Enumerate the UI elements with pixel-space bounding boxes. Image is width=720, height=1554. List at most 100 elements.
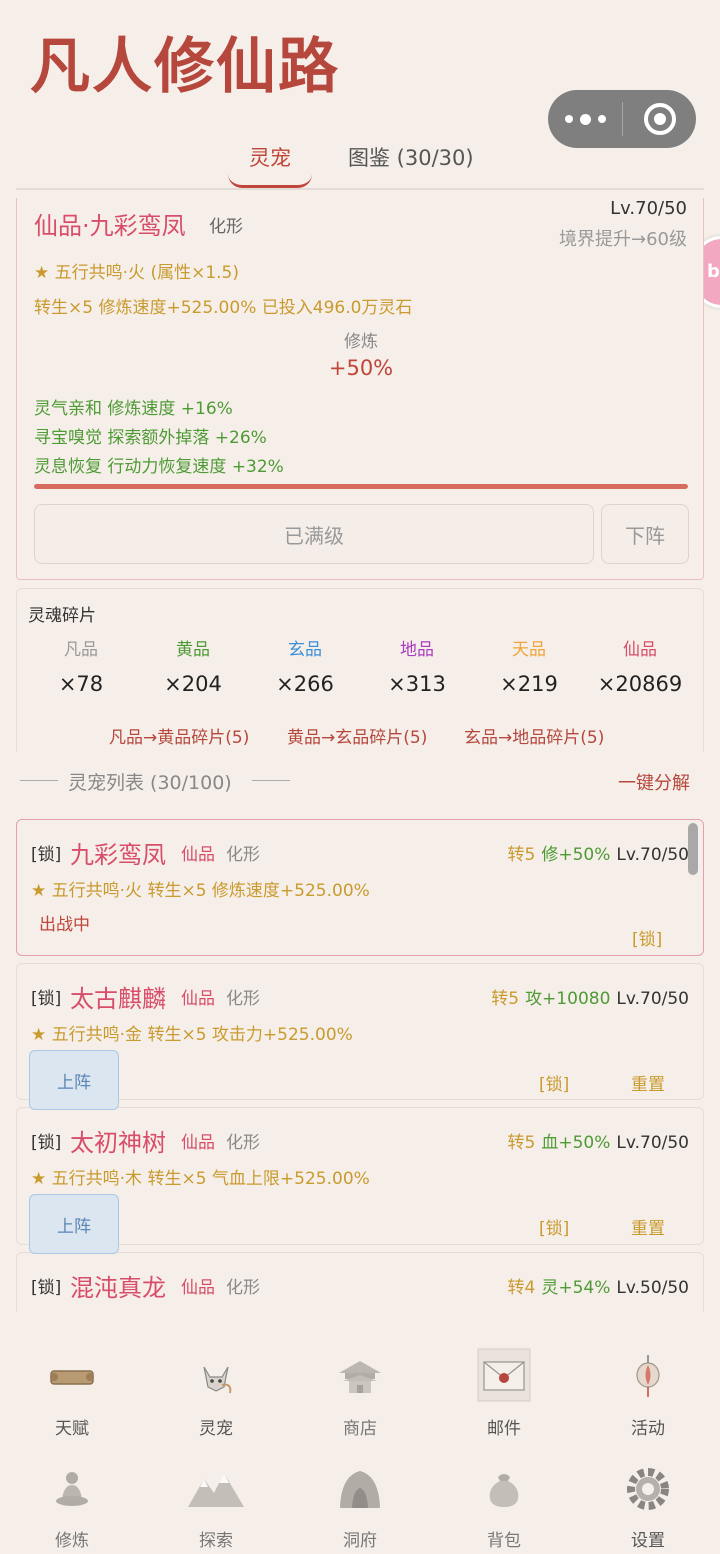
resonance-text: ★ 五行共鸣·火 (属性×1.5)	[34, 263, 239, 283]
pet-level: Lv.70/50	[616, 845, 689, 865]
nav-mail[interactable]: 邮件	[432, 1346, 576, 1439]
soul-fragments-card: 灵魂碎片 凡品 ×78 黄品 ×204 玄品 ×266 地品 ×313 天品 ×…	[16, 588, 704, 752]
pet-stat: 修+50%	[541, 845, 611, 865]
nav-label: 设置	[631, 1531, 665, 1551]
bottom-navigation: 天赋 灵宠 商店 邮件 活动 修炼 探索 洞府 背包 设置	[0, 1312, 720, 1554]
pet-description: ★ 五行共鸣·火 转生×5 修炼速度+525.00%	[31, 881, 370, 901]
nav-cultivate[interactable]: 修炼	[0, 1462, 144, 1551]
nav-shop[interactable]: 商店	[288, 1350, 432, 1439]
pet-name: 九彩鸾凤	[70, 841, 166, 869]
nav-events[interactable]: 活动	[576, 1350, 720, 1439]
pet-summary: 转4 灵+54% Lv.50/50	[508, 1273, 689, 1298]
convert-fragment-button[interactable]: 黄品→玄品碎片(5)	[287, 723, 427, 748]
pet-grade: 仙品	[181, 845, 215, 865]
pet-form: 化形	[226, 989, 260, 1009]
nav-label: 天赋	[55, 1419, 89, 1439]
pet-form: 化形	[226, 1278, 260, 1298]
nav-settings[interactable]: 设置	[576, 1462, 720, 1551]
nav-label: 探索	[199, 1531, 233, 1551]
app-title: 凡人修仙路	[30, 32, 340, 102]
convert-fragment-button[interactable]: 凡品→黄品碎片(5)	[109, 723, 249, 748]
current-pet-name: 仙品·九彩鸾凤	[34, 212, 186, 240]
fragments-title: 灵魂碎片	[28, 606, 96, 626]
decompose-all-button[interactable]: 一键分解	[618, 769, 690, 795]
divider-line	[252, 780, 290, 781]
deploy-button[interactable]: 上阵	[29, 1050, 119, 1110]
fragment-grade-column: 玄品 ×266	[250, 635, 360, 696]
pet-list-item[interactable]: [锁] 太古麒麟 仙品 化形 转5 攻+10080 Lv.70/50 ★ 五行共鸣·…	[16, 963, 704, 1110]
pet-list-header: 灵宠列表 (30/100) 一键分解	[16, 766, 704, 796]
lock-tag[interactable]: [锁]	[31, 984, 61, 1009]
fragment-grade-column: 天品 ×219	[474, 635, 584, 696]
scroll-icon	[45, 1350, 99, 1404]
lock-tag[interactable]: [锁]	[31, 1273, 61, 1298]
reset-button[interactable]: 重置	[631, 1214, 665, 1239]
reset-button[interactable]: 重置	[631, 1070, 665, 1095]
nav-label: 洞府	[343, 1531, 377, 1551]
tab-pets[interactable]: 灵宠	[249, 142, 291, 172]
pet-stat: 血+50%	[541, 1133, 611, 1153]
deploy-button[interactable]: 上阵	[29, 1194, 119, 1254]
cave-icon	[333, 1462, 387, 1516]
envelope-icon	[475, 1346, 533, 1404]
list-scrollbar[interactable]	[688, 823, 698, 875]
pet-name: 太初神树	[70, 1129, 166, 1157]
lock-button[interactable]: [锁]	[632, 925, 662, 950]
nav-bag[interactable]: 背包	[432, 1462, 576, 1551]
divider-line	[20, 780, 58, 781]
dot-icon	[579, 113, 591, 125]
fragment-grade-column: 黄品 ×204	[138, 635, 248, 696]
pet-level: Lv.70/50	[616, 1133, 689, 1153]
pet-list-item[interactable]: [锁] 九彩鸾凤 仙品 化形 转5 修+50% Lv.70/50 ★ 五行共鸣·火 …	[16, 819, 704, 956]
nav-cave[interactable]: 洞府	[288, 1462, 432, 1551]
lock-button[interactable]: [锁]	[539, 1214, 569, 1239]
fox-icon	[189, 1350, 243, 1404]
nav-talent[interactable]: 天赋	[0, 1350, 144, 1439]
pet-level: Lv.50/50	[616, 1278, 689, 1298]
convert-fragment-button[interactable]: 玄品→地品碎片(5)	[464, 723, 604, 748]
pet-form: 化形	[226, 1133, 260, 1153]
fragment-count: ×219	[500, 672, 558, 696]
pet-list-item[interactable]: [锁] 太初神树 仙品 化形 转5 血+50% Lv.70/50 ★ 五行共鸣·木 …	[16, 1107, 704, 1254]
fragment-grade-column: 仙品 ×20869	[585, 635, 695, 696]
fragment-grade-name: 玄品	[288, 640, 322, 660]
fragment-grade-column: 地品 ×313	[362, 635, 472, 696]
level-progress-bar	[34, 484, 688, 489]
current-pet-stats: 转生×5 修炼速度+525.00% 已投入496.0万灵石	[34, 298, 413, 318]
pet-list-title: 灵宠列表 (30/100)	[68, 772, 232, 794]
realm-hint: 境界提升→60级	[559, 229, 687, 250]
pet-grade: 仙品	[181, 1133, 215, 1153]
dot-icon	[597, 115, 606, 123]
tab-collection[interactable]: 图鉴 (30/30)	[348, 142, 474, 172]
progress-fill	[34, 484, 688, 489]
fragment-grade-name: 凡品	[64, 640, 98, 660]
pet-form: 化形	[226, 845, 260, 865]
tab-bar: 灵宠 图鉴 (30/30)	[16, 132, 704, 190]
deployed-status: 出战中	[39, 915, 90, 935]
fragment-count: ×78	[58, 672, 104, 696]
undeploy-button[interactable]: 下阵	[601, 504, 689, 564]
pet-name: 混沌真龙	[70, 1274, 166, 1302]
fragment-grade-name: 黄品	[176, 640, 210, 660]
bag-icon	[477, 1462, 531, 1516]
lock-button[interactable]: [锁]	[539, 1070, 569, 1095]
max-level-button[interactable]: 已满级	[34, 504, 594, 564]
rebirth-count: 转5	[507, 845, 536, 865]
nav-pets[interactable]: 灵宠	[144, 1350, 288, 1439]
current-pet-level: Lv.70/50	[610, 198, 687, 219]
bonus-line: 灵气亲和 修炼速度 +16%	[34, 399, 233, 419]
lock-tag[interactable]: [锁]	[31, 840, 61, 865]
nav-explore[interactable]: 探索	[144, 1462, 288, 1551]
pet-list-item[interactable]: [锁] 混沌真龙 仙品 化形 转4 灵+54% Lv.50/50	[16, 1252, 704, 1312]
nav-label: 修炼	[55, 1531, 89, 1551]
train-label: 修炼	[344, 332, 378, 352]
lock-tag[interactable]: [锁]	[31, 1128, 61, 1153]
fragment-grade-name: 地品	[400, 640, 434, 660]
train-value: +50%	[328, 356, 394, 380]
dot-icon	[564, 115, 573, 123]
gear-icon	[621, 1462, 675, 1516]
fragment-count: ×204	[164, 672, 222, 696]
mountain-icon	[185, 1462, 247, 1516]
nav-label: 活动	[631, 1419, 665, 1439]
fragment-grade-name: 仙品	[623, 640, 657, 660]
